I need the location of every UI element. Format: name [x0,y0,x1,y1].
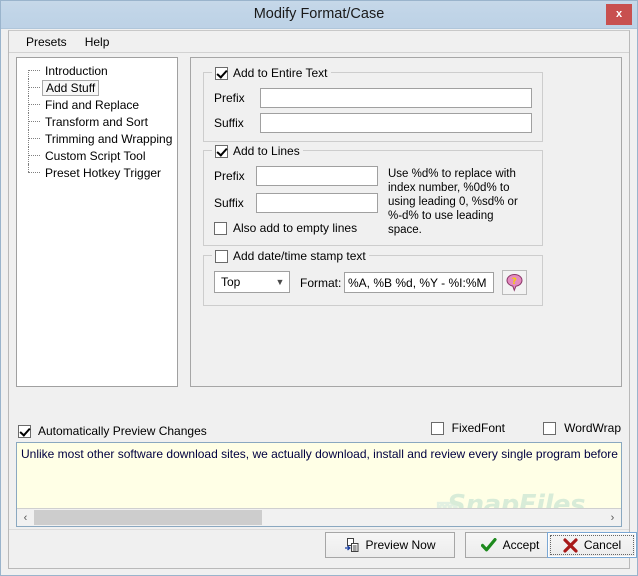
preview-options-bar: Automatically Preview Changes FixedFont … [9,421,629,441]
menu-item-presets[interactable]: Presets [17,33,76,51]
chevron-down-icon: ▼ [275,277,285,287]
focus-ring [550,535,634,555]
navigation-tree[interactable]: Introduction Add Stuff Find and Replace … [16,57,178,387]
close-button[interactable]: x [606,4,632,25]
tree-dash [28,155,40,156]
datetime-help-button[interactable]: ? [502,270,527,295]
add-to-entire-text-label: Add to Entire Text [233,66,328,80]
preview-pane[interactable]: Unlike most other software download site… [16,442,622,527]
entire-prefix-label: Prefix [214,91,245,105]
add-to-lines-header: Add to Lines [212,143,303,159]
preview-horizontal-scrollbar[interactable]: ‹ › [17,508,621,526]
also-add-empty-lines-checkbox[interactable] [214,221,227,235]
tree-item-preset-hotkey-trigger[interactable]: Preset Hotkey Trigger [17,164,177,181]
auto-preview-label: Automatically Preview Changes [38,424,207,438]
word-wrap-row[interactable]: WordWrap [543,421,621,435]
tree-dash [28,70,40,71]
fixed-font-checkbox[interactable] [430,421,444,435]
add-datetime-stamp-group: Add date/time stamp text Top ▼ Format: ? [203,248,543,306]
datetime-format-input[interactable] [344,272,494,293]
entire-suffix-row: Suffix [214,113,532,133]
lines-prefix-input[interactable] [256,166,378,186]
tree-dash [28,87,40,88]
entire-suffix-label: Suffix [214,116,244,130]
scrollbar-thumb[interactable] [34,510,262,525]
button-bar: Preview Now Accept Cancel [9,530,637,564]
tree-line [28,70,29,79]
options-panel: Add to Entire Text Prefix Suffix Add to … [190,57,622,387]
tree-line [28,164,29,172]
tree-dash [28,138,40,139]
tree-dash [28,121,40,122]
lines-prefix-label: Prefix [214,169,245,183]
entire-prefix-input[interactable] [260,88,532,108]
tree-item-introduction[interactable]: Introduction [17,62,177,79]
tree-item-label: Preset Hotkey Trigger [45,165,162,180]
svg-text:?: ? [512,277,517,287]
modify-format-case-window: Modify Format/Case x Presets Help Introd… [0,0,638,576]
main-area: Introduction Add Stuff Find and Replace … [9,53,629,415]
tree-item-label: Trimming and Wrapping [45,131,173,146]
add-datetime-checkbox[interactable] [215,249,228,263]
also-add-empty-lines-label: Also add to empty lines [233,221,358,235]
tree-dash [28,104,40,105]
tree-item-label: Transform and Sort [45,114,148,129]
entire-suffix-input[interactable] [260,113,532,133]
tree-item-find-and-replace[interactable]: Find and Replace [17,96,177,113]
add-to-lines-label: Add to Lines [233,144,300,158]
datetime-position-value: Top [221,275,241,289]
word-wrap-checkbox[interactable] [543,421,557,435]
entire-prefix-row: Prefix [214,88,532,108]
lines-prefix-row: Prefix [214,166,378,186]
client-area: Presets Help Introduction Add Stuff Find… [8,30,637,569]
menu-bar: Presets Help [9,31,629,53]
add-to-entire-text-group: Add to Entire Text Prefix Suffix [203,65,543,142]
scroll-right-icon[interactable]: › [604,512,621,524]
title-bar: Modify Format/Case x [1,1,637,29]
question-balloon-icon: ? [506,273,523,292]
preview-now-button[interactable]: Preview Now [325,532,455,558]
tree-item-label: Add Stuff [42,79,100,96]
check-icon [480,537,497,551]
menu-item-help[interactable]: Help [76,33,119,51]
tree-dash [28,172,40,173]
fixed-font-row[interactable]: FixedFont [430,421,505,435]
lines-suffix-input[interactable] [256,193,378,213]
also-empty-lines-row[interactable]: Also add to empty lines [214,221,357,235]
add-to-lines-group: Add to Lines Prefix Suffix Use %d% to re… [203,143,543,246]
lines-suffix-label: Suffix [214,196,244,210]
preview-now-label: Preview Now [365,538,436,552]
datetime-position-combo[interactable]: Top ▼ [214,271,290,293]
tree-item-transform-and-sort[interactable]: Transform and Sort [17,113,177,130]
tree-item-custom-script-tool[interactable]: Custom Script Tool [17,147,177,164]
preview-pages-icon [345,537,359,552]
accept-label: Accept [502,538,540,552]
accept-button[interactable]: Accept [465,532,555,558]
cancel-button[interactable]: Cancel [547,532,637,558]
scrollbar-track[interactable] [34,510,604,525]
datetime-format-label: Format: [300,276,342,290]
preview-text: Unlike most other software download site… [21,447,621,461]
add-to-entire-text-checkbox[interactable] [215,66,228,80]
tree-item-trimming-and-wrapping[interactable]: Trimming and Wrapping [17,130,177,147]
window-title: Modify Format/Case [253,6,385,22]
auto-preview-row[interactable]: Automatically Preview Changes [18,424,207,438]
lines-suffix-row: Suffix [214,193,378,213]
scroll-left-icon[interactable]: ‹ [17,512,34,524]
word-wrap-label: WordWrap [564,421,621,435]
add-datetime-label: Add date/time stamp text [233,249,366,263]
auto-preview-checkbox[interactable] [18,424,31,438]
add-datetime-header: Add date/time stamp text [212,248,369,264]
fixed-font-label: FixedFont [451,421,505,435]
tree-item-add-stuff[interactable]: Add Stuff [17,79,177,96]
add-to-lines-checkbox[interactable] [215,144,228,158]
add-to-entire-text-header: Add to Entire Text [212,65,331,81]
tree-item-label: Introduction [45,63,108,78]
tree-item-label: Find and Replace [45,97,140,112]
lines-help-text: Use %d% to replace with index number, %0… [388,168,518,236]
tree-item-label: Custom Script Tool [45,148,146,163]
